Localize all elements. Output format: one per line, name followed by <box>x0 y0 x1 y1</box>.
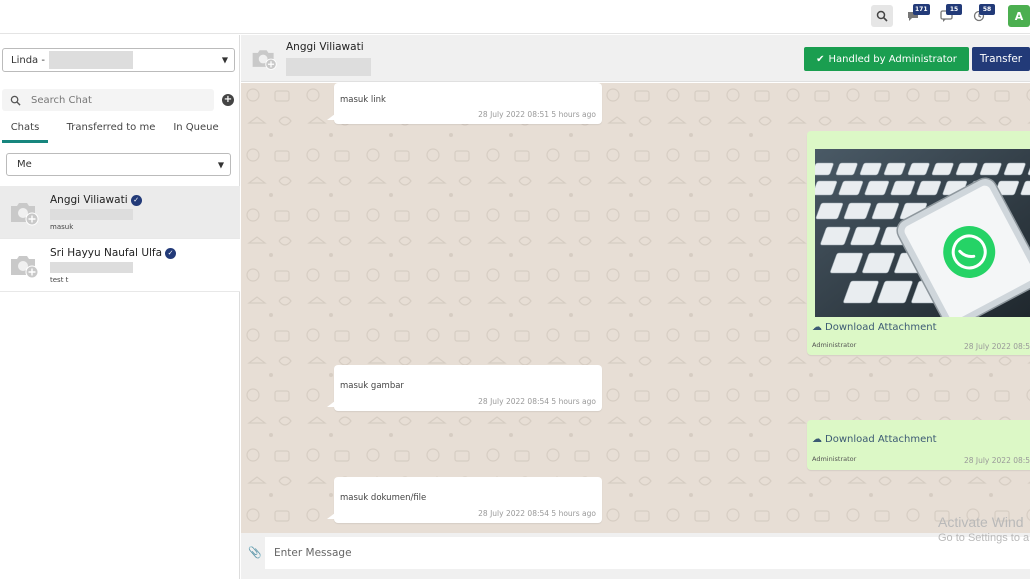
watermark-line1: Activate Wind <box>938 514 1024 530</box>
owner-filter-select[interactable]: Me ▼ <box>6 153 231 176</box>
check-icon: ✔ <box>816 53 825 65</box>
search-icon <box>876 10 888 22</box>
message-thread[interactable]: masuk link 28 July 2022 08:51 5 hours ag… <box>241 83 1030 533</box>
message-text: masuk dokumen/file <box>340 493 427 503</box>
tab-in-queue[interactable]: In Queue <box>166 117 226 143</box>
message-timestamp: 28 July 2022 08:51 5 hours ago <box>478 110 596 119</box>
camera-placeholder-icon <box>252 50 277 70</box>
chat-list: Anggi Viliawati ✓ masuk Sri Hayyu Naufal … <box>0 186 240 292</box>
plus-icon: + <box>223 94 233 105</box>
whatsapp-notifications-button[interactable]: 171 <box>903 4 930 27</box>
redacted-block <box>50 262 133 273</box>
notification-badge: 58 <box>979 4 995 15</box>
message-composer: 📎 <box>241 533 1030 579</box>
conversation-contact-name: Anggi Viliawati <box>286 41 364 53</box>
chevron-down-icon: ▼ <box>217 160 224 169</box>
download-attachment-link[interactable]: ☁ Download Attachment <box>812 322 937 333</box>
message-input[interactable] <box>265 537 1030 569</box>
global-search-button[interactable] <box>871 5 893 27</box>
message-sender: Administrator <box>812 455 857 463</box>
check-badge-icon: ✓ <box>165 247 177 259</box>
agent-select[interactable]: Linda - ▼ <box>2 48 235 72</box>
camera-placeholder-icon <box>11 256 39 279</box>
incoming-message: masuk gambar 28 July 2022 08:54 5 hours … <box>327 365 602 411</box>
chat-contact-name: Sri Hayyu Naufal Ulfa ✓ <box>50 247 177 259</box>
message-text: masuk gambar <box>340 381 404 391</box>
redacted-block <box>48 51 133 69</box>
message-timestamp: 28 July 2022 08:54 5 <box>963 456 1030 465</box>
message-text: masuk link <box>340 95 386 105</box>
handled-label: Handled by <box>828 53 886 65</box>
owner-filter-value: Me <box>17 159 32 170</box>
add-chat-button[interactable]: + <box>222 94 234 106</box>
chat-tabs: Chats Transferred to me In Queue <box>0 117 240 143</box>
notification-badge: 171 <box>913 4 930 15</box>
outgoing-message: ☁ Download Attachment Administrator 28 J… <box>807 131 1030 355</box>
user-avatar[interactable]: A <box>1008 5 1030 27</box>
outgoing-message: ☁ Download Attachment Administrator 28 J… <box>807 420 1030 470</box>
redacted-block <box>286 58 371 76</box>
search-icon <box>10 95 21 106</box>
agent-select-value: Linda - <box>11 54 45 66</box>
redacted-block <box>50 209 133 220</box>
message-timestamp: 28 July 2022 08:53 5 <box>963 342 1030 351</box>
activation-watermark: Activate Wind Go to Settings to a <box>938 514 1029 544</box>
conversation-panel: Anggi Viliawati ✔ Handled by Administrat… <box>241 35 1030 579</box>
download-attachment-link[interactable]: ☁ Download Attachment <box>812 434 937 445</box>
conversation-header: Anggi Viliawati ✔ Handled by Administrat… <box>241 35 1030 82</box>
cloud-download-icon: ☁ <box>812 322 822 333</box>
tab-transferred-to-me[interactable]: Transferred to me <box>56 117 166 143</box>
search-chat-box <box>2 89 214 111</box>
incoming-message: masuk dokumen/file 28 July 2022 08:54 5 … <box>327 477 602 523</box>
handled-by-button[interactable]: ✔ Handled by Administrator <box>804 47 969 71</box>
incoming-message: masuk link 28 July 2022 08:51 5 hours ag… <box>327 83 602 124</box>
chat-last-message: test t <box>50 276 69 284</box>
history-notifications-button[interactable]: 58 <box>969 4 995 27</box>
chat-last-message: masuk <box>50 223 74 231</box>
message-timestamp: 28 July 2022 08:54 5 hours ago <box>478 397 596 406</box>
search-chat-input[interactable] <box>31 94 191 106</box>
message-timestamp: 28 July 2022 08:54 5 hours ago <box>478 509 596 518</box>
list-item[interactable]: Anggi Viliawati ✓ masuk <box>0 186 240 239</box>
chevron-down-icon: ▼ <box>221 55 228 65</box>
messages-notifications-button[interactable]: 15 <box>936 4 962 27</box>
camera-placeholder-icon <box>11 203 39 226</box>
check-badge-icon: ✓ <box>130 194 142 206</box>
paperclip-icon[interactable]: 📎 <box>248 546 262 559</box>
list-item[interactable]: Sri Hayyu Naufal Ulfa ✓ test t <box>0 239 240 292</box>
tab-chats[interactable]: Chats <box>2 117 48 143</box>
notification-badge: 15 <box>946 4 962 15</box>
chat-contact-name: Anggi Viliawati ✓ <box>50 194 142 206</box>
chat-sidebar: Linda - ▼ + Chats Transferred to me In Q… <box>0 35 240 579</box>
cloud-download-icon: ☁ <box>812 434 822 445</box>
watermark-line2: Go to Settings to a <box>938 532 1030 544</box>
transfer-button[interactable]: Transfer <box>972 47 1030 71</box>
handled-by-name: Administrator <box>888 53 957 65</box>
attachment-image <box>815 149 1030 317</box>
message-sender: Administrator <box>812 341 857 349</box>
top-bar: 171 15 58 A <box>0 0 1030 34</box>
